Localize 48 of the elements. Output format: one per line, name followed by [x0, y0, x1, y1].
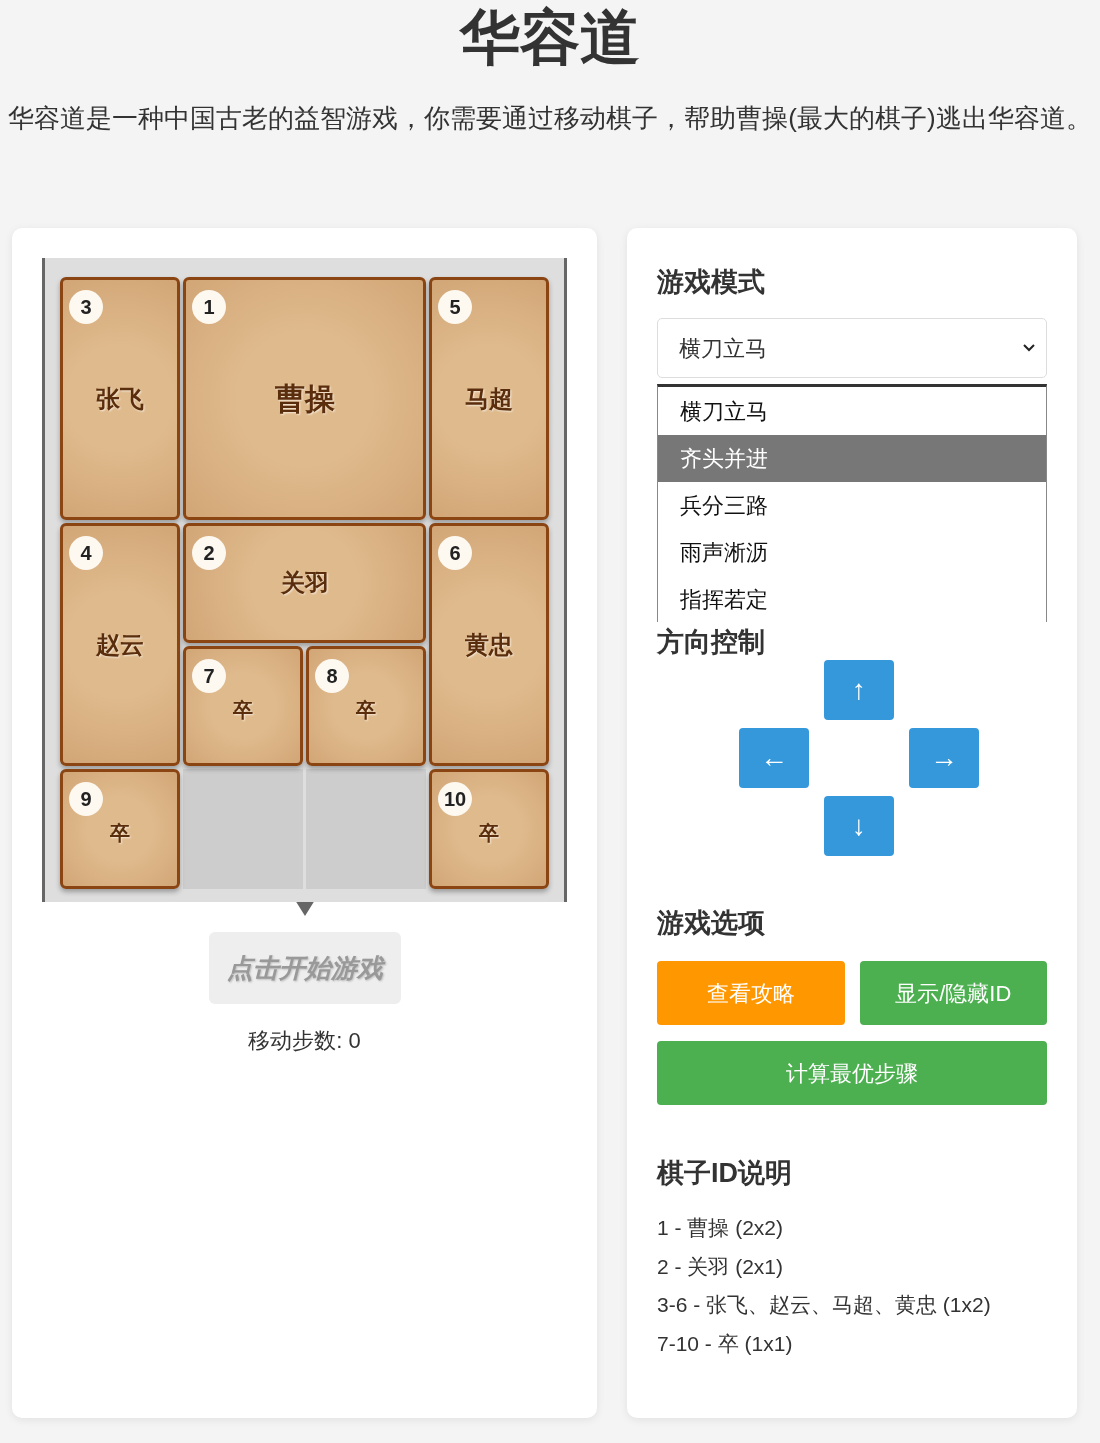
- piece-name: 曹操: [274, 381, 335, 417]
- puzzle-piece[interactable]: 10 卒: [429, 769, 549, 889]
- piece-id-badge: 9: [69, 782, 103, 816]
- piece-name: 卒: [479, 821, 499, 846]
- legend-line: 3-6 - 张飞、赵云、马超、黄忠 (1x2): [657, 1292, 992, 1318]
- piece-name: 卒: [110, 821, 130, 846]
- legend-line: 2 - 关羽 (2x1): [657, 1253, 785, 1280]
- piece-id-badge: 4: [69, 536, 103, 570]
- puzzle-piece[interactable]: 2 关羽: [183, 523, 426, 643]
- dropdown-option[interactable]: 雨声淅沥: [658, 529, 1046, 576]
- intro-text: 华容道是一种中国古老的益智游戏，你需要通过移动棋子，帮助曹操(最大的棋子)逃出华容道。: [7, 102, 1093, 135]
- piece-id-badge: 2: [192, 536, 226, 570]
- piece-name: 黄忠: [465, 629, 513, 660]
- piece-name: 卒: [356, 698, 376, 723]
- piece-name: 卒: [233, 698, 253, 723]
- puzzle-piece[interactable]: 6 黄忠: [429, 523, 549, 766]
- piece-name: 关羽: [280, 568, 329, 598]
- section-heading: 游戏选项: [657, 907, 766, 940]
- piece-id-badge: 8: [315, 659, 349, 693]
- move-counter: 移动步数: 0: [248, 1027, 361, 1055]
- section-heading: 方向控制: [657, 626, 766, 659]
- legend-line: 1 - 曹操 (2x2): [657, 1215, 785, 1241]
- dropdown-option[interactable]: 指挥若定: [658, 576, 1046, 622]
- piece-id-badge: 6: [438, 536, 472, 570]
- chevron-down-icon: [1022, 343, 1036, 353]
- piece-id-badge: 10: [438, 782, 472, 816]
- puzzle-piece[interactable]: 9 卒: [60, 769, 180, 889]
- section-heading: 棋子ID说明: [657, 1157, 793, 1190]
- puzzle-piece[interactable]: 4 赵云: [60, 523, 180, 766]
- puzzle-piece[interactable]: 1 曹操: [183, 277, 426, 520]
- mode-select[interactable]: 横刀立马: [657, 318, 1047, 378]
- section-heading: 游戏模式: [657, 266, 766, 299]
- dropdown-option[interactable]: 兵分三路: [658, 482, 1046, 529]
- piece-name: 张飞: [96, 383, 144, 414]
- puzzle-piece[interactable]: 7 卒: [183, 646, 303, 766]
- piece-name: 赵云: [96, 629, 144, 660]
- puzzle-piece[interactable]: 3 张飞: [60, 277, 180, 520]
- dropdown-option[interactable]: 横刀立马: [658, 388, 1046, 435]
- piece-id-badge: 5: [438, 290, 472, 324]
- piece-id-badge: 7: [192, 659, 226, 693]
- legend-line: 7-10 - 卒 (1x1): [657, 1330, 794, 1357]
- dropdown-option[interactable]: 齐头并进: [658, 435, 1046, 482]
- piece-id-badge: 1: [192, 290, 226, 324]
- piece-id-badge: 3: [69, 290, 103, 324]
- piece-name: 马超: [465, 383, 513, 414]
- puzzle-piece[interactable]: 5 马超: [429, 277, 549, 520]
- page-title: 华容道: [458, 3, 641, 73]
- puzzle-piece[interactable]: 8 卒: [306, 646, 426, 766]
